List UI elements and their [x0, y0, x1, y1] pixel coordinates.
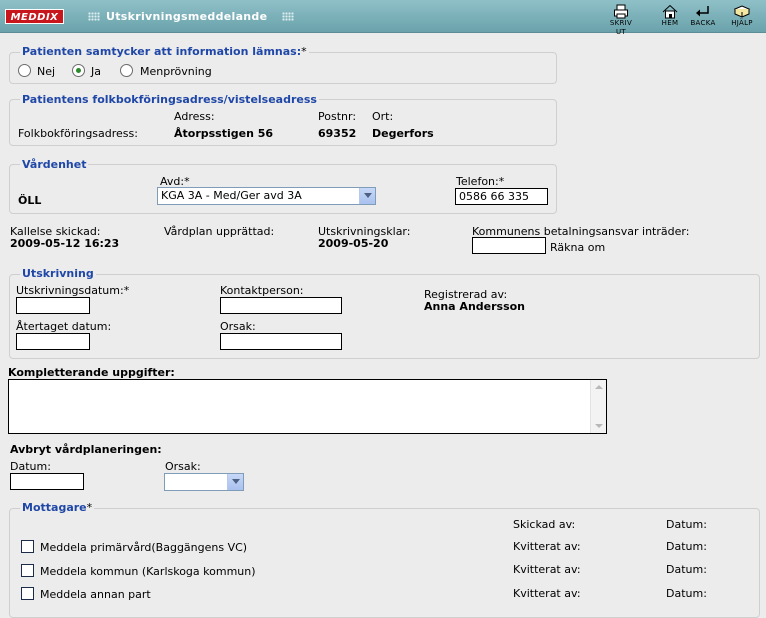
consent-option-ja: Ja — [91, 65, 101, 78]
recipients-legend: Mottagare* — [20, 501, 95, 514]
discharge-legend: Utskrivning — [20, 267, 96, 280]
chevron-down-icon — [359, 188, 375, 204]
scroll-up-icon — [595, 385, 603, 389]
cancel-date-field[interactable] — [10, 473, 84, 490]
consent-legend: Patienten samtycker att information lämn… — [20, 45, 309, 58]
meddix-logo: MEDDIX — [5, 9, 64, 24]
help-button[interactable]: HJÄLP — [727, 4, 757, 30]
discharge-date-label: Utskrivningsdatum:* — [16, 284, 130, 297]
phone-label: Telefon:* — [456, 175, 505, 188]
contact-person-field[interactable] — [220, 297, 342, 314]
home-button[interactable]: HEM — [655, 4, 685, 30]
acknowledged-by-label: Kvitterat av: — [513, 563, 581, 576]
vardplan-label: Vårdplan upprättad: — [164, 225, 275, 238]
consent-radio-ja[interactable] — [72, 64, 85, 77]
utskrivningsklar-value: 2009-05-20 — [318, 237, 389, 250]
address-legend: Patientens folkbokföringsadress/vistelse… — [20, 93, 319, 106]
registered-by-value: Anna Andersson — [424, 300, 526, 313]
contact-person-label: Kontaktperson: — [220, 284, 304, 297]
extra-info-textarea[interactable] — [8, 379, 607, 434]
sent-date-label: Datum: — [666, 518, 707, 531]
acknowledged-by-label: Kvitterat av: — [513, 587, 581, 600]
title-bar: MEDDIX Utskrivningsmeddelande SKRIV UT H… — [0, 0, 766, 36]
cancel-reason-label: Orsak: — [165, 460, 201, 473]
cancel-planning-label: Avbryt vårdplaneringen: — [10, 443, 162, 456]
acknowledged-by-label: Kvitterat av: — [513, 540, 581, 553]
extra-info-label: Kompletterande uppgifter: — [8, 366, 175, 379]
postnr-value: 69352 — [318, 127, 357, 140]
sent-by-label: Skickad av: — [513, 518, 576, 531]
consent-option-nej: Nej — [37, 65, 56, 78]
address-label: Adress: — [174, 110, 215, 123]
ort-label: Ort: — [372, 110, 394, 123]
phone-field[interactable]: 0586 66 335 — [455, 188, 548, 205]
help-book-icon — [733, 5, 751, 18]
extra-info-scrollbar[interactable] — [590, 380, 606, 433]
print-button[interactable]: SKRIV UT — [606, 4, 636, 36]
notify-municipality-checkbox[interactable] — [21, 564, 34, 577]
acknowledged-date-label: Datum: — [666, 540, 707, 553]
notify-other-party-label: Meddela annan part — [40, 588, 151, 601]
printer-icon — [614, 4, 628, 19]
avd-select-value: KGA 3A - Med/Ger avd 3A — [161, 189, 302, 202]
discharge-reason-field[interactable] — [220, 333, 342, 350]
grip-dots-icon — [282, 12, 294, 21]
folkbokforing-label: Folkbokföringsadress: — [18, 127, 138, 140]
unit-value: ÖLL — [18, 194, 42, 207]
cancel-date-label: Datum: — [10, 460, 51, 473]
acknowledged-date-label: Datum: — [666, 563, 707, 576]
kallelse-value: 2009-05-12 16:23 — [10, 237, 120, 250]
back-arrow-icon — [696, 6, 709, 17]
postnr-label: Postnr: — [318, 110, 357, 123]
retracted-date-label: Återtaget datum: — [16, 320, 112, 333]
unit-legend: Vårdenhet — [20, 158, 89, 171]
page-title: Utskrivningsmeddelande — [106, 10, 268, 23]
scroll-down-icon — [595, 424, 603, 428]
chevron-down-icon — [227, 474, 243, 490]
grip-dots-icon — [88, 12, 100, 21]
consent-radio-menprovning[interactable] — [120, 64, 133, 77]
notify-primary-care-checkbox[interactable] — [21, 540, 34, 553]
consent-option-menprovning: Menprövning — [140, 65, 212, 78]
discharge-reason-label: Orsak: — [220, 320, 256, 333]
address-value: Åtorpsstigen 56 — [174, 127, 274, 140]
ort-value: Degerfors — [372, 127, 434, 140]
consent-radio-nej[interactable] — [18, 64, 31, 77]
kommun-date-field[interactable] — [472, 237, 546, 254]
recalculate-link[interactable]: Räkna om — [550, 241, 605, 254]
retracted-date-field[interactable] — [16, 333, 90, 350]
cancel-reason-select[interactable] — [164, 473, 244, 491]
acknowledged-date-label: Datum: — [666, 587, 707, 600]
discharge-date-field[interactable] — [16, 297, 90, 314]
notify-municipality-label: Meddela kommun (Karlskoga kommun) — [40, 565, 256, 578]
avd-select[interactable]: KGA 3A - Med/Ger avd 3A — [157, 187, 376, 205]
back-button[interactable]: BACKA — [688, 4, 718, 30]
home-icon — [662, 4, 678, 19]
notify-other-party-checkbox[interactable] — [21, 587, 34, 600]
notify-primary-care-label: Meddela primärvård(Baggängens VC) — [40, 541, 248, 554]
recipients-section — [9, 508, 760, 618]
